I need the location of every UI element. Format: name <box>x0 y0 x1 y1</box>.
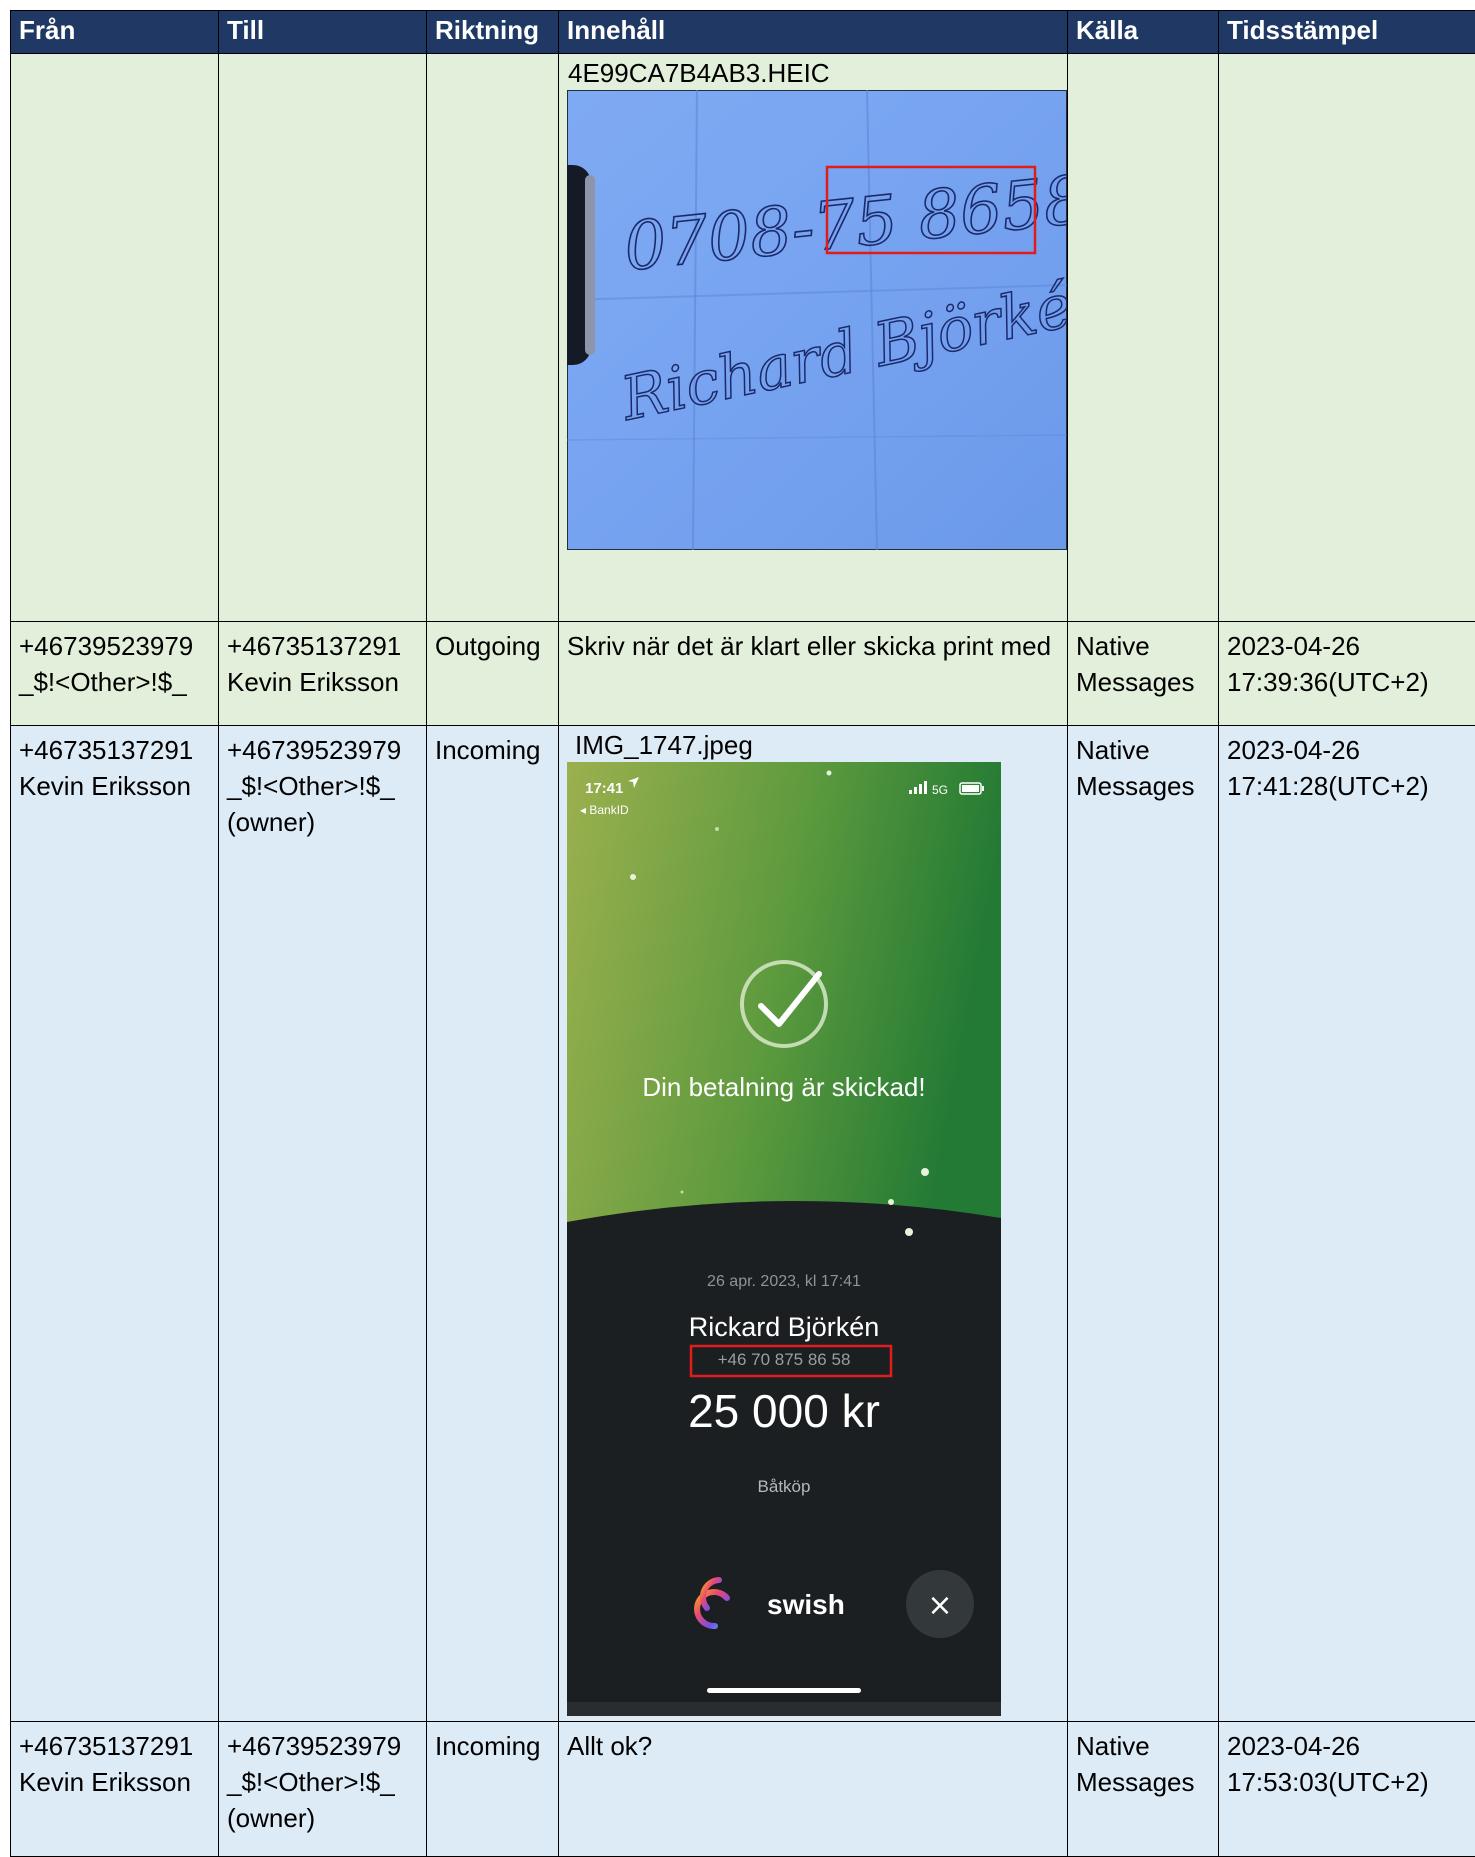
cell-timestamp: 2023-04-26 17:39:36(UTC+2) <box>1219 622 1475 726</box>
timestamp-date: 2023-04-26 <box>1227 628 1467 664</box>
status-back-link[interactable]: ◂ BankID <box>580 803 629 817</box>
to-owner: (owner) <box>227 1800 418 1836</box>
to-number: +46739523979 <box>227 1728 418 1764</box>
cell-direction: Outgoing <box>427 622 559 726</box>
cell-content: IMG_1747.jpeg <box>559 726 1068 1722</box>
cell-to: +46735137291 Kevin Eriksson <box>219 622 427 726</box>
from-number: +46735137291 <box>19 732 210 768</box>
cell-from <box>11 54 219 622</box>
header-from: Från <box>11 11 219 54</box>
confirmation-text: Din betalning är skickad! <box>642 1072 925 1102</box>
payment-amount: 25 000 kr <box>688 1385 880 1437</box>
cell-to: +46739523979 _$!<Other>!$_ (owner) <box>219 1722 427 1857</box>
timestamp-date: 2023-04-26 <box>1227 732 1467 768</box>
from-name: _$!<Other>!$_ <box>19 664 210 700</box>
status-time: 17:41 <box>585 780 623 797</box>
close-icon: × <box>927 1588 952 1623</box>
table-row: +46735137291 Kevin Eriksson +46739523979… <box>11 726 1475 1722</box>
from-name: Kevin Eriksson <box>19 1764 210 1800</box>
cell-timestamp <box>1219 54 1475 622</box>
from-name: Kevin Eriksson <box>19 768 210 804</box>
cell-from: +46739523979 _$!<Other>!$_ <box>11 622 219 726</box>
home-indicator <box>707 1688 861 1693</box>
cell-to <box>219 54 427 622</box>
cell-from: +46735137291 Kevin Eriksson <box>11 1722 219 1857</box>
timestamp-time: 17:41:28(UTC+2) <box>1227 768 1467 804</box>
cell-content: Skriv när det är klart eller skicka prin… <box>559 622 1068 726</box>
swish-wordmark: swish <box>767 1589 845 1620</box>
header-timestamp: Tidsstämpel <box>1219 11 1475 54</box>
table-header-row: Från Till Riktning Innehåll Källa Tidsst… <box>11 11 1475 54</box>
cell-source: Native Messages <box>1068 622 1219 726</box>
to-owner: (owner) <box>227 804 418 840</box>
recipient-name: Rickard Björkén <box>689 1312 880 1342</box>
cell-content: Allt ok? <box>559 1722 1068 1857</box>
payment-message: Båtköp <box>758 1477 811 1496</box>
table-row: +46739523979 _$!<Other>!$_ +46735137291 … <box>11 622 1475 726</box>
swish-payment-screenshot[interactable]: 17:41 ◂ BankID 5G <box>567 762 1001 1716</box>
table-row: +46735137291 Kevin Eriksson +46739523979… <box>11 1722 1475 1857</box>
to-name: _$!<Other>!$_ <box>227 768 418 804</box>
from-number: +46735137291 <box>19 1728 210 1764</box>
table-row: 4E99CA7B4AB3.HEIC <box>11 54 1475 622</box>
payment-date: 26 apr. 2023, kl 17:41 <box>707 1273 861 1290</box>
cell-direction: Incoming <box>427 726 559 1722</box>
handwritten-note-image[interactable]: 0708-75 8658 Richard Björkén <box>567 90 1067 550</box>
network-label: 5G <box>932 783 948 797</box>
attachment-filename: 4E99CA7B4AB3.HEIC <box>568 56 1067 90</box>
cell-direction: Incoming <box>427 1722 559 1857</box>
header-source: Källa <box>1068 11 1219 54</box>
cell-from: +46735137291 Kevin Eriksson <box>11 726 219 1722</box>
attachment-filename: IMG_1747.jpeg <box>568 728 1067 762</box>
cell-source: Native Messages <box>1068 1722 1219 1857</box>
cell-content: 4E99CA7B4AB3.HEIC <box>559 54 1068 622</box>
cell-source: Native Messages <box>1068 726 1219 1722</box>
to-name: Kevin Eriksson <box>227 664 418 700</box>
to-number: +46735137291 <box>227 628 418 664</box>
timestamp-time: 17:53:03(UTC+2) <box>1227 1764 1467 1800</box>
to-number: +46739523979 <box>227 732 418 768</box>
cell-to: +46739523979 _$!<Other>!$_ (owner) <box>219 726 427 1722</box>
timestamp-time: 17:39:36(UTC+2) <box>1227 664 1467 700</box>
cell-source <box>1068 54 1219 622</box>
timestamp-date: 2023-04-26 <box>1227 1728 1467 1764</box>
cell-timestamp: 2023-04-26 17:53:03(UTC+2) <box>1219 1722 1475 1857</box>
header-direction: Riktning <box>427 11 559 54</box>
to-name: _$!<Other>!$_ <box>227 1764 418 1800</box>
from-number: +46739523979 <box>19 628 210 664</box>
cell-timestamp: 2023-04-26 17:41:28(UTC+2) <box>1219 726 1475 1722</box>
cell-direction <box>427 54 559 622</box>
recipient-phone: +46 70 875 86 58 <box>718 1350 851 1369</box>
header-content: Innehåll <box>559 11 1068 54</box>
messages-table: Från Till Riktning Innehåll Källa Tidsst… <box>10 10 1475 1857</box>
header-to: Till <box>219 11 427 54</box>
